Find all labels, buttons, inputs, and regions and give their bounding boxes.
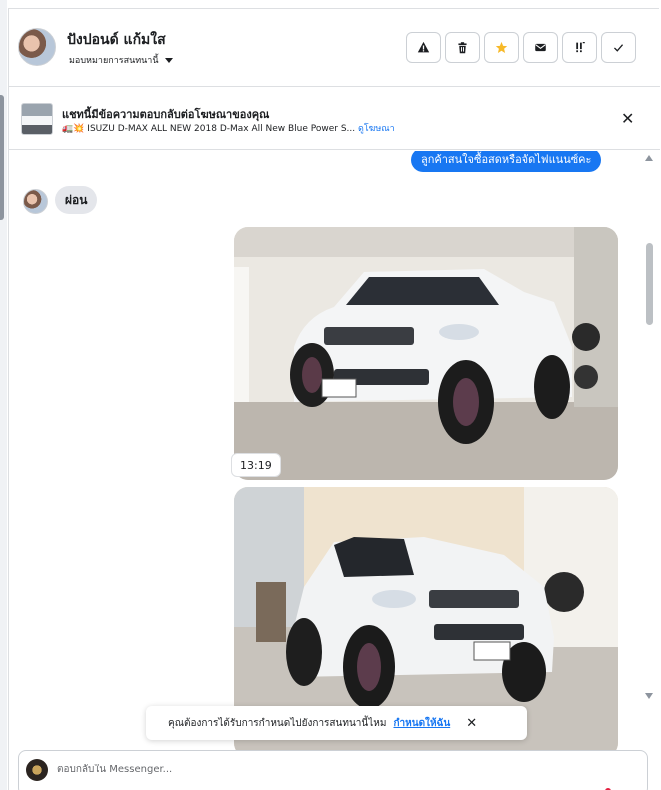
conversation-toolbar [406, 32, 636, 63]
check-icon [613, 44, 624, 52]
envelope-icon [535, 43, 546, 52]
reply-input[interactable] [57, 764, 597, 775]
page-avatar [26, 759, 48, 781]
star-button[interactable] [484, 32, 519, 63]
follow-up-icon [576, 42, 585, 53]
mark-unread-button[interactable] [523, 32, 558, 63]
warning-icon [417, 41, 430, 53]
chevron-down-icon [164, 57, 173, 63]
mark-spam-button[interactable] [406, 32, 441, 63]
mark-done-button[interactable] [601, 32, 636, 63]
close-icon[interactable]: ✕ [621, 111, 634, 127]
scroll-down-arrow-icon[interactable] [645, 693, 653, 699]
message-thread: ลูกค้าสนใจซื้อสดหรือจัดไฟแนนซ์คะ ผ่อน 13… [9, 151, 660, 751]
car-photo-1[interactable] [234, 227, 618, 480]
ad-reply-banner: แชทนี้มีข้อความตอบกลับต่อโฆษณาของคุณ 🚛💥 … [9, 88, 660, 150]
reply-composer [18, 750, 648, 790]
ad-text: ISUZU D-MAX ALL NEW 2018 D-Max All New B… [87, 124, 356, 134]
assign-prompt-toast: คุณต้องการได้รับการกำหนดไปยังการสนทนานี้… [146, 706, 527, 740]
contact-avatar[interactable] [18, 28, 56, 66]
contact-name[interactable]: ปังปอนด์ แก้มใส [67, 29, 166, 51]
scrollbar[interactable] [641, 151, 655, 701]
scrollbar-thumb[interactable] [646, 243, 653, 325]
left-edge-marker [0, 95, 4, 220]
ad-thumbnail[interactable] [21, 103, 53, 135]
follow-up-button[interactable] [562, 32, 597, 63]
toast-text: คุณต้องการได้รับการกำหนดไปยังการสนทนานี้… [168, 717, 387, 729]
conversation-header: ปังปอนด์ แก้มใส มอบหมายการสนทนานี้ [9, 9, 660, 87]
ad-description: 🚛💥 ISUZU D-MAX ALL NEW 2018 D-Max All Ne… [62, 121, 395, 135]
assign-label: มอบหมายการสนทนานี้ [69, 56, 159, 66]
ad-emoji: 🚛💥 [62, 124, 85, 134]
close-icon[interactable]: ✕ [466, 716, 477, 731]
scroll-up-arrow-icon[interactable] [645, 155, 653, 161]
left-edge-strip [0, 0, 7, 790]
incoming-message: ผ่อน [55, 186, 98, 214]
message-timestamp: 13:19 [231, 453, 281, 477]
outgoing-message: ลูกค้าสนใจซื้อสดหรือจัดไฟแนนซ์คะ [411, 151, 602, 172]
assign-to-me-link[interactable]: กำหนดให้ฉัน [393, 716, 450, 731]
star-icon [495, 41, 508, 53]
assign-conversation-dropdown[interactable]: มอบหมายการสนทนานี้ [69, 53, 173, 67]
sender-avatar [23, 189, 48, 214]
delete-button[interactable] [445, 32, 480, 63]
view-ad-link[interactable]: ดูโฆษณา [358, 124, 395, 134]
trash-icon [458, 42, 467, 54]
